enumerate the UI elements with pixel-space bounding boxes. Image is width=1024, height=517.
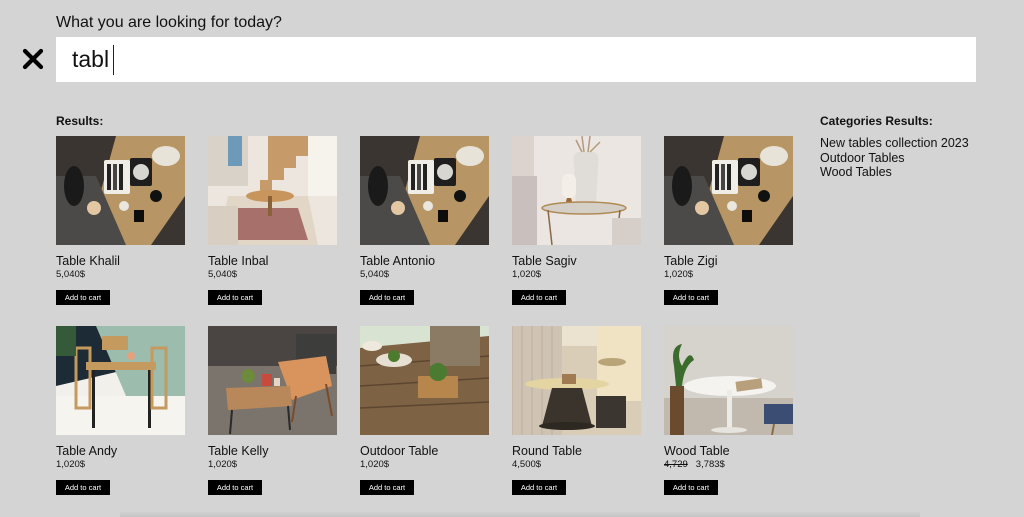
product-name[interactable]: Table Andy bbox=[56, 444, 185, 458]
current-price: 5,040$ bbox=[56, 269, 86, 280]
product-name[interactable]: Table Sagiv bbox=[512, 254, 641, 268]
add-to-cart-button[interactable]: Add to cart bbox=[208, 290, 262, 305]
product-image[interactable] bbox=[208, 326, 337, 435]
product-name[interactable]: Table Zigi bbox=[664, 254, 793, 268]
product-price: 1,020$ bbox=[208, 459, 337, 471]
product-name[interactable]: Table Khalil bbox=[56, 254, 185, 268]
product-price: 1,020$ bbox=[56, 459, 185, 471]
results-grid: Table Khalil 5,040$ Add to cart Table Inba… bbox=[56, 136, 796, 516]
add-to-cart-button[interactable]: Add to cart bbox=[56, 480, 110, 495]
product-image[interactable] bbox=[512, 326, 641, 435]
add-to-cart-button[interactable]: Add to cart bbox=[360, 480, 414, 495]
categories-heading: Categories Results: bbox=[820, 114, 933, 128]
search-field[interactable] bbox=[56, 37, 976, 82]
current-price: 5,040$ bbox=[208, 269, 238, 280]
product-name[interactable]: Table Inbal bbox=[208, 254, 337, 268]
product-card[interactable]: Table Zigi 1,020$ Add to cart bbox=[664, 136, 793, 326]
current-price: 1,020$ bbox=[664, 269, 694, 280]
add-to-cart-button[interactable]: Add to cart bbox=[56, 290, 110, 305]
category-link[interactable]: Wood Tables bbox=[820, 165, 969, 180]
original-price: 4,729 bbox=[664, 459, 688, 470]
product-name[interactable]: Wood Table bbox=[664, 444, 793, 458]
product-card[interactable]: Table Andy 1,020$ Add to cart bbox=[56, 326, 185, 516]
product-price: 5,040$ bbox=[56, 269, 185, 281]
search-input[interactable] bbox=[72, 46, 112, 73]
product-card[interactable]: Table Inbal 5,040$ Add to cart bbox=[208, 136, 337, 326]
product-price: 1,020$ bbox=[512, 269, 641, 281]
category-link[interactable]: Outdoor Tables bbox=[820, 151, 969, 166]
current-price: 3,783$ bbox=[695, 459, 725, 470]
product-name[interactable]: Round Table bbox=[512, 444, 641, 458]
product-price: 5,040$ bbox=[360, 269, 489, 281]
product-image[interactable] bbox=[512, 136, 641, 245]
product-image[interactable] bbox=[664, 326, 793, 435]
add-to-cart-button[interactable]: Add to cart bbox=[512, 480, 566, 495]
bottom-shadow bbox=[120, 511, 920, 517]
product-price: 1,020$ bbox=[360, 459, 489, 471]
add-to-cart-button[interactable]: Add to cart bbox=[664, 480, 718, 495]
product-price: 4,729 3,783$ bbox=[664, 459, 793, 471]
current-price: 5,040$ bbox=[360, 269, 390, 280]
product-card[interactable]: Wood Table 4,729 3,783$ Add to cart bbox=[664, 326, 793, 516]
close-icon[interactable] bbox=[20, 46, 46, 72]
search-prompt: What you are looking for today? bbox=[56, 14, 282, 31]
current-price: 4,500$ bbox=[512, 459, 542, 470]
product-card[interactable]: Table Sagiv 1,020$ Add to cart bbox=[512, 136, 641, 326]
categories-list: New tables collection 2023 Outdoor Tables… bbox=[820, 136, 969, 180]
product-image[interactable] bbox=[56, 136, 185, 245]
product-name[interactable]: Table Kelly bbox=[208, 444, 337, 458]
product-card[interactable]: Outdoor Table 1,020$ Add to cart bbox=[360, 326, 489, 516]
category-link[interactable]: New tables collection 2023 bbox=[820, 136, 969, 151]
product-image[interactable] bbox=[56, 326, 185, 435]
add-to-cart-button[interactable]: Add to cart bbox=[208, 480, 262, 495]
add-to-cart-button[interactable]: Add to cart bbox=[360, 290, 414, 305]
product-price: 5,040$ bbox=[208, 269, 337, 281]
product-image[interactable] bbox=[360, 136, 489, 245]
results-heading: Results: bbox=[56, 114, 104, 128]
product-image[interactable] bbox=[208, 136, 337, 245]
product-name[interactable]: Outdoor Table bbox=[360, 444, 489, 458]
product-image[interactable] bbox=[360, 326, 489, 435]
current-price: 1,020$ bbox=[208, 459, 238, 470]
add-to-cart-button[interactable]: Add to cart bbox=[664, 290, 718, 305]
product-card[interactable]: Table Khalil 5,040$ Add to cart bbox=[56, 136, 185, 326]
product-card[interactable]: Table Kelly 1,020$ Add to cart bbox=[208, 326, 337, 516]
product-image[interactable] bbox=[664, 136, 793, 245]
product-price: 4,500$ bbox=[512, 459, 641, 471]
current-price: 1,020$ bbox=[512, 269, 542, 280]
product-price: 1,020$ bbox=[664, 269, 793, 281]
product-name[interactable]: Table Antonio bbox=[360, 254, 489, 268]
add-to-cart-button[interactable]: Add to cart bbox=[512, 290, 566, 305]
current-price: 1,020$ bbox=[56, 459, 86, 470]
product-card[interactable]: Round Table 4,500$ Add to cart bbox=[512, 326, 641, 516]
product-card[interactable]: Table Antonio 5,040$ Add to cart bbox=[360, 136, 489, 326]
current-price: 1,020$ bbox=[360, 459, 390, 470]
text-caret bbox=[113, 44, 114, 75]
